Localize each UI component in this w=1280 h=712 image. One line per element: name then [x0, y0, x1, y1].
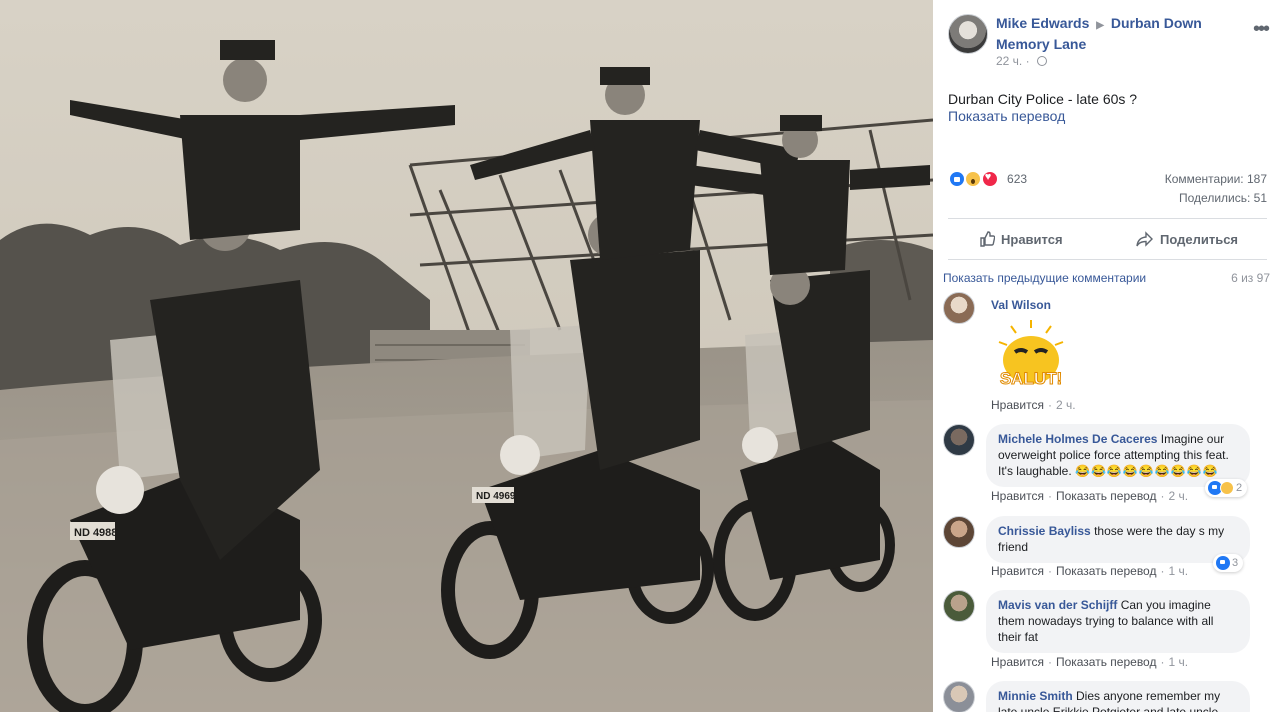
post-side-panel: Mike Edwards ▶ Durban Down Memory Lane 2…	[933, 0, 1280, 712]
previous-comments-link[interactable]: Показать предыдущие комментарии	[943, 271, 1146, 285]
share-button[interactable]: Поделиться	[1136, 229, 1238, 249]
comment-reaction-count: 3	[1232, 557, 1239, 569]
comments-count[interactable]: Комментарии: 187	[1165, 172, 1267, 186]
comment-translate-link[interactable]: Показать перевод	[1056, 489, 1157, 503]
love-icon	[980, 170, 999, 188]
wow-icon	[964, 170, 983, 188]
commenter-avatar[interactable]	[943, 424, 975, 456]
like-icon	[948, 170, 966, 188]
haha-icon	[1220, 481, 1234, 495]
like-button-label: Нравится	[1001, 231, 1063, 247]
commenter-name[interactable]: Chrissie Bayliss	[998, 524, 1091, 538]
commenter-name[interactable]: Minnie Smith	[998, 689, 1073, 703]
author-line: Mike Edwards ▶ Durban Down Memory Lane	[996, 14, 1236, 54]
globe-icon	[1036, 56, 1047, 66]
comment-actions: Нравится · Показать перевод · 2 ч.	[991, 489, 1189, 503]
comment-actions: Нравится · Показать перевод · 1 ч.	[991, 655, 1189, 669]
comment-reactions[interactable]: 2	[1205, 479, 1248, 497]
commenter-name[interactable]: Michele Holmes De Caceres	[998, 432, 1157, 446]
salut-sticker: SALUT!	[993, 318, 1069, 394]
comment-time[interactable]: 2 ч.	[1056, 398, 1076, 412]
post-time[interactable]: 22 ч.	[996, 54, 1022, 68]
post-text: Durban City Police - late 60s ?	[948, 91, 1138, 107]
post-photo[interactable]: ND 4988 ND 4969	[0, 0, 933, 712]
comment: Chrissie Bayliss those were the day s my…	[943, 516, 1273, 581]
comment-translate-link[interactable]: Показать перевод	[1056, 564, 1157, 578]
comment-like-link[interactable]: Нравится	[991, 398, 1044, 412]
comment: Michele Holmes De Caceres Imagine our ov…	[943, 424, 1273, 504]
comment-actions: Нравится · Показать перевод · 1 ч.	[991, 564, 1189, 578]
like-button[interactable]: Нравится	[979, 229, 1063, 249]
comment-time[interactable]: 1 ч.	[1168, 655, 1188, 669]
author-name[interactable]: Mike Edwards	[996, 15, 1089, 31]
plate-1: ND 4988	[74, 527, 117, 539]
share-button-label: Поделиться	[1160, 231, 1239, 247]
comment: Minnie Smith Dies anyone remember my lat…	[943, 681, 1273, 712]
comment-bubble: Chrissie Bayliss those were the day s my…	[986, 516, 1250, 563]
caret-right-icon: ▶	[1096, 20, 1104, 31]
share-icon	[1136, 231, 1154, 247]
comment-reaction-count: 2	[1236, 482, 1243, 494]
comment-time[interactable]: 2 ч.	[1168, 489, 1188, 503]
comment-translate-link[interactable]: Показать перевод	[1056, 655, 1157, 669]
reactions-summary[interactable]: 623	[948, 170, 1027, 188]
comment-like-link[interactable]: Нравится	[991, 655, 1044, 669]
comment-actions: Нравится · 2 ч.	[991, 398, 1076, 412]
plate-2: ND 4969	[476, 491, 516, 502]
reaction-count: 623	[1007, 172, 1028, 186]
divider	[948, 218, 1267, 219]
thumbs-up-icon	[979, 231, 995, 247]
commenter-avatar[interactable]	[943, 516, 975, 548]
commenter-name[interactable]: Mavis van der Schijff	[998, 598, 1117, 612]
comment-like-link[interactable]: Нравится	[991, 489, 1044, 503]
comment-bubble: Michele Holmes De Caceres Imagine our ov…	[986, 424, 1250, 487]
divider	[948, 259, 1267, 260]
comment-emojis: 😂😂😂😂😂😂😂😂😂	[1075, 464, 1219, 478]
police-motorcycle-photo: ND 4988 ND 4969	[0, 0, 933, 712]
commenter-avatar[interactable]	[943, 681, 975, 712]
comment-time[interactable]: 1 ч.	[1168, 564, 1188, 578]
commenter-avatar[interactable]	[943, 292, 975, 324]
comment: Mavis van der Schijff Can you imagine th…	[943, 590, 1273, 670]
comment: Val Wilson SALUT! Нравится · 2 ч.	[943, 292, 1273, 412]
comment-bubble: Minnie Smith Dies anyone remember my lat…	[986, 681, 1250, 712]
sticker-text: SALUT!	[1000, 369, 1062, 388]
see-translation-link[interactable]: Показать перевод	[948, 108, 1065, 124]
comment-like-link[interactable]: Нравится	[991, 564, 1044, 578]
post-header: Mike Edwards ▶ Durban Down Memory Lane 2…	[948, 12, 1270, 72]
post-meta: 22 ч. ·	[996, 54, 1047, 68]
comment-bubble: Mavis van der Schijff Can you imagine th…	[986, 590, 1250, 653]
comments-pager: 6 из 97	[1231, 271, 1270, 285]
commenter-avatar[interactable]	[943, 590, 975, 622]
commenter-name[interactable]: Val Wilson	[991, 298, 1051, 312]
comment-reactions[interactable]: 3	[1213, 554, 1244, 572]
author-avatar[interactable]	[948, 14, 988, 54]
more-options-icon[interactable]: •••	[1253, 18, 1270, 41]
shares-count[interactable]: Поделились: 51	[1179, 191, 1267, 205]
like-icon	[1216, 556, 1230, 570]
